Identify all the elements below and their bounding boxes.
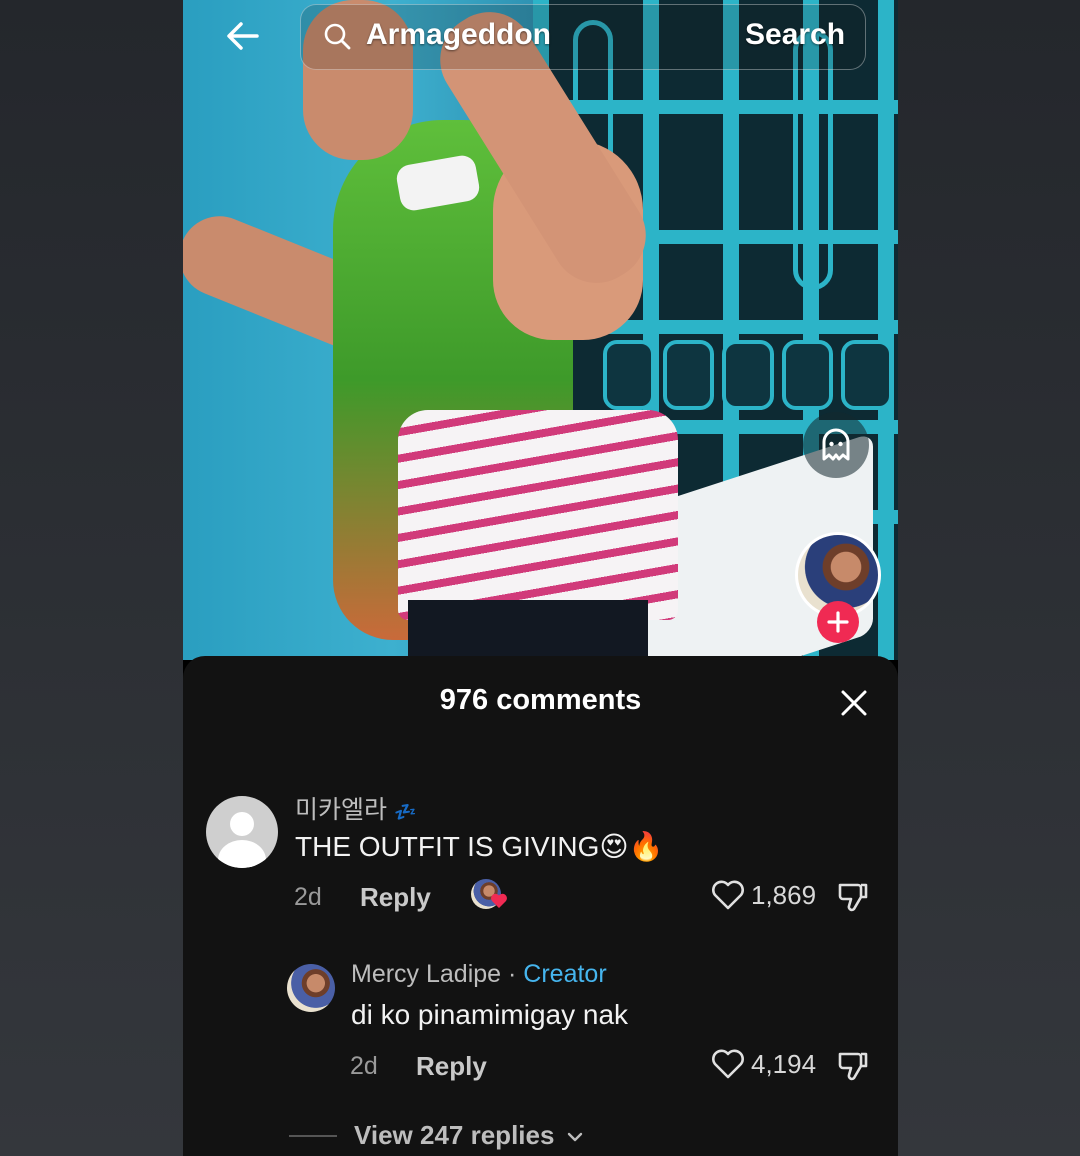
back-arrow-icon[interactable] <box>223 16 263 56</box>
comments-sheet: 976 comments 미카엘라 💤 THE OUTFIT IS GIVING… <box>183 656 898 1156</box>
thumbs-down-icon[interactable] <box>836 879 870 913</box>
comment-username-emoji: 💤 <box>393 802 417 822</box>
search-button[interactable]: Search <box>745 18 845 52</box>
creator-badge: Creator <box>523 960 607 988</box>
chevron-down-icon <box>567 1132 582 1142</box>
thumbs-down-icon[interactable] <box>836 1048 870 1082</box>
reply-separator: · <box>501 960 524 988</box>
heart-icon <box>712 1049 744 1079</box>
search-input[interactable]: Armageddon <box>366 18 551 52</box>
reply-text: di ko pinamimigay nak <box>351 999 629 1030</box>
reply-button[interactable]: Reply <box>360 882 431 913</box>
phone-screen: Armageddon Search 976 comments 미카엘라 💤 TH… <box>183 0 898 1156</box>
close-icon[interactable] <box>839 688 869 718</box>
screen: Armageddon Search 976 comments 미카엘라 💤 TH… <box>0 0 1080 1156</box>
like-count: 4,194 <box>751 1048 817 1079</box>
gate-ornament-row <box>603 340 893 410</box>
replies-divider <box>289 1135 337 1137</box>
ghost-button[interactable] <box>803 412 869 478</box>
like-button[interactable]: 1,869 <box>711 879 816 911</box>
like-button[interactable]: 4,194 <box>711 1048 816 1080</box>
plus-icon <box>827 611 849 633</box>
ghost-icon <box>822 428 850 461</box>
commenter-avatar[interactable] <box>206 796 278 868</box>
view-replies-button[interactable]: View 247 replies <box>354 1120 584 1151</box>
video-player[interactable]: Armageddon Search <box>183 0 898 660</box>
reply-username[interactable]: Mercy Ladipe · Creator <box>351 960 607 989</box>
comment-username-text: 미카엘라 <box>295 796 388 824</box>
comments-count-title: 976 comments <box>439 684 642 716</box>
comment-text: THE OUTFIT IS GIVING😍🔥 <box>295 831 664 862</box>
comment-age: 2d <box>294 883 322 911</box>
reply-age: 2d <box>350 1052 378 1080</box>
video-person-skirt <box>408 600 648 660</box>
follow-button[interactable] <box>817 601 859 643</box>
reply-username-text: Mercy Ladipe <box>351 960 502 988</box>
like-count: 1,869 <box>751 879 817 910</box>
video-person-shirt <box>398 410 678 620</box>
heart-icon <box>712 880 744 910</box>
heart-icon <box>491 893 507 908</box>
reply-button[interactable]: Reply <box>416 1051 487 1082</box>
view-replies-label: View 247 replies <box>354 1120 555 1150</box>
reply-author-avatar[interactable] <box>287 964 335 1012</box>
comment-username[interactable]: 미카엘라 💤 <box>295 790 416 826</box>
search-icon <box>324 23 351 50</box>
